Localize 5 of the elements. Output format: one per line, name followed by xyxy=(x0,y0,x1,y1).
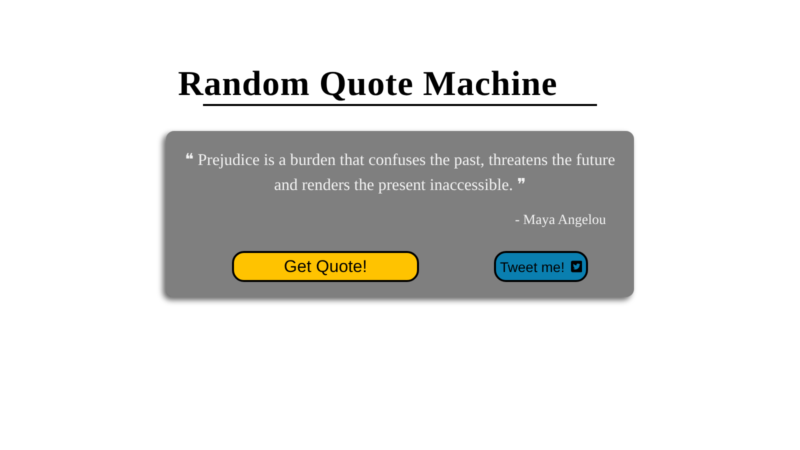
page-title: Random Quote Machine xyxy=(178,64,558,104)
quote-author: - Maya Angelou xyxy=(515,213,606,229)
quote-text: ❝ Prejudice is a burden that confuses the past, threatens the future and renders the present inaccessible. ❞ xyxy=(184,150,616,194)
get-quote-button[interactable]: Get Quote! xyxy=(232,251,419,282)
tweet-button[interactable]: Tweet me! xyxy=(494,251,588,282)
